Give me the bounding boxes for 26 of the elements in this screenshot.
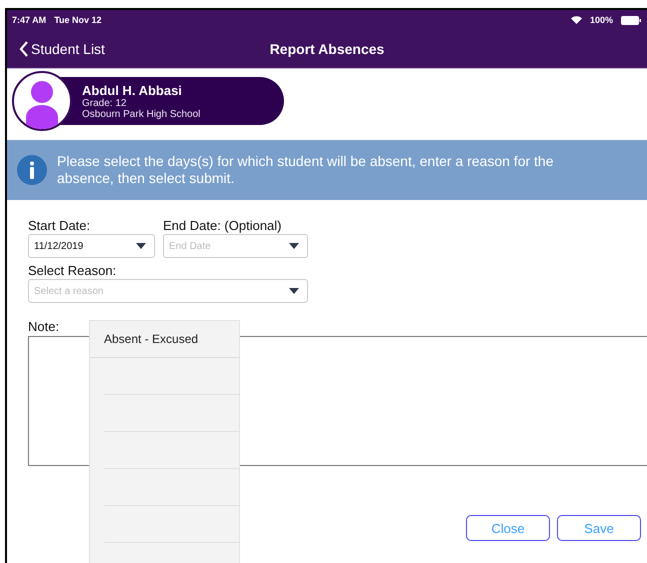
dropdown-option[interactable]: Absent - Excused — [90, 321, 239, 358]
back-button[interactable]: Student List — [7, 41, 105, 57]
status-date: Tue Nov 12 — [54, 15, 102, 25]
end-date-select[interactable]: End Date — [163, 234, 308, 258]
field-label: Select Reason: — [28, 263, 118, 278]
student-name: Abdul H. Abbasi — [82, 82, 183, 98]
status-time: 7:47 AM — [12, 15, 46, 25]
info-icon — [17, 155, 47, 185]
field-label: End Date: (Optional) — [163, 218, 283, 233]
battery-icon — [621, 16, 641, 24]
info-message: Please select the days(s) for which student will be absent, enter a reason for the absence, then select submit. — [57, 153, 554, 187]
save-button[interactable]: Save — [557, 515, 641, 541]
chevron-left-icon — [19, 41, 29, 57]
student-grade: Grade: 12 — [82, 98, 128, 108]
student-school: Osbourn Park High School — [82, 108, 202, 120]
caret-icon — [289, 288, 299, 294]
caret-icon — [136, 243, 146, 249]
field-label: Note: — [28, 319, 60, 334]
wifi-icon — [570, 16, 582, 24]
start-date-select[interactable]: 11/12/2019 — [28, 234, 155, 258]
caret-icon — [289, 243, 299, 249]
reason-select[interactable]: Select a reason — [28, 279, 308, 303]
battery-level: 100% — [590, 15, 613, 25]
field-label: Start Date: — [28, 218, 92, 233]
page-title: Report Absences — [270, 41, 384, 57]
close-button[interactable]: Close — [466, 515, 550, 541]
